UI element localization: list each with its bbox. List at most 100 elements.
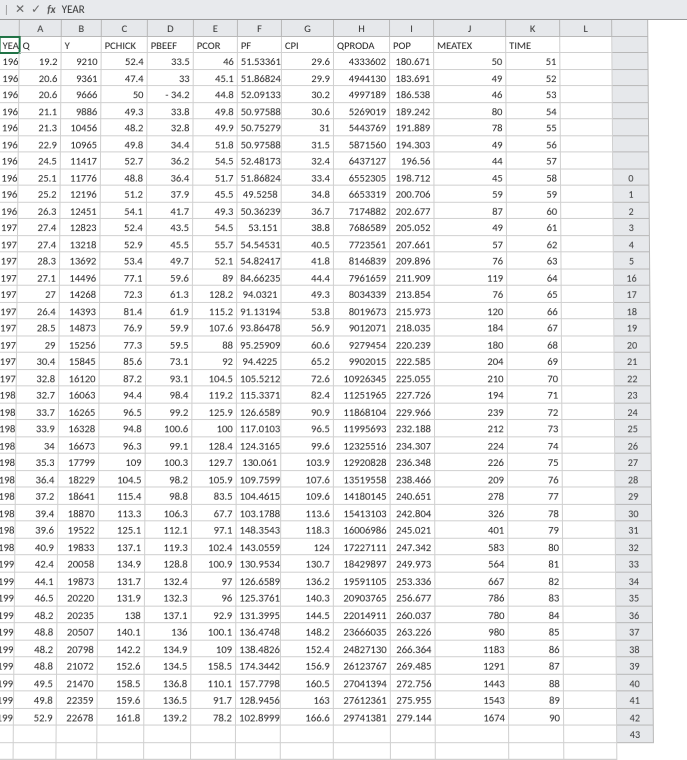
- data-cell[interactable]: 279.144: [391, 708, 436, 725]
- data-cell[interactable]: 83.5: [192, 487, 237, 504]
- data-cell[interactable]: 126.6589: [237, 403, 282, 420]
- col-header-E[interactable]: E: [194, 20, 238, 37]
- row-header[interactable]: 33: [616, 555, 653, 572]
- data-cell[interactable]: 20.6: [19, 86, 61, 103]
- data-cell[interactable]: 20507: [57, 623, 98, 640]
- data-cell[interactable]: 91.13194: [237, 302, 281, 319]
- data-cell[interactable]: 4944130: [334, 70, 390, 87]
- data-cell[interactable]: 209: [435, 471, 508, 488]
- data-cell[interactable]: 263.226: [391, 623, 436, 640]
- data-cell[interactable]: 30.6: [282, 103, 334, 120]
- data-cell[interactable]: 77.3: [100, 336, 147, 353]
- data-cell[interactable]: 43.5: [147, 219, 193, 236]
- data-cell[interactable]: 4997189: [334, 86, 390, 103]
- data-cell[interactable]: 10926345: [334, 370, 391, 387]
- data-cell[interactable]: 131.7: [98, 572, 145, 589]
- data-cell[interactable]: 196.56: [390, 152, 434, 169]
- data-cell[interactable]: 89: [193, 269, 237, 286]
- field-header-meatex[interactable]: MEATEX: [434, 36, 506, 53]
- data-cell[interactable]: 29741381: [334, 708, 391, 725]
- data-cell[interactable]: 99.2: [146, 403, 193, 420]
- cell-empty[interactable]: [564, 708, 617, 725]
- data-cell[interactable]: 160.5: [281, 674, 334, 691]
- data-cell[interactable]: 115.3371: [237, 386, 281, 403]
- data-cell[interactable]: 48.2: [101, 119, 147, 136]
- data-cell[interactable]: 13692: [60, 252, 100, 269]
- data-cell[interactable]: 93.1: [146, 370, 193, 387]
- data-cell[interactable]: 9361: [61, 70, 101, 87]
- data-cell[interactable]: 126.6589: [236, 572, 281, 589]
- data-cell[interactable]: 84: [509, 606, 564, 623]
- data-cell[interactable]: 15256: [59, 336, 99, 353]
- data-cell[interactable]: 210: [435, 370, 508, 387]
- data-cell[interactable]: 780: [435, 606, 508, 623]
- data-cell[interactable]: 34.8: [282, 186, 334, 203]
- data-cell[interactable]: 96: [192, 589, 237, 606]
- row-header[interactable]: 18: [614, 302, 650, 319]
- data-cell[interactable]: 31: [282, 119, 334, 136]
- data-cell[interactable]: 1994: [0, 623, 15, 640]
- data-cell[interactable]: 29.9: [282, 70, 334, 87]
- data-cell[interactable]: 125.3761: [236, 589, 281, 606]
- row-header[interactable]: 2: [613, 202, 649, 219]
- data-cell[interactable]: 194: [435, 386, 508, 403]
- data-cell[interactable]: 60: [507, 202, 561, 219]
- data-cell[interactable]: 20798: [57, 640, 98, 657]
- data-cell[interactable]: 200.706: [390, 186, 434, 203]
- data-cell[interactable]: 9902015: [334, 353, 391, 370]
- data-cell[interactable]: 401: [435, 521, 508, 538]
- data-cell[interactable]: 52.09133: [238, 86, 282, 103]
- data-cell[interactable]: 136: [145, 623, 192, 640]
- data-cell[interactable]: 226: [435, 454, 508, 471]
- cell-empty[interactable]: [563, 487, 616, 504]
- data-cell[interactable]: 1961: [0, 70, 19, 87]
- data-cell[interactable]: 79: [508, 521, 563, 538]
- cell-empty[interactable]: [562, 353, 615, 370]
- cell-empty[interactable]: [191, 743, 236, 760]
- data-cell[interactable]: 54.82417: [237, 252, 281, 269]
- data-cell[interactable]: 7686589: [334, 219, 390, 236]
- data-cell[interactable]: 12823: [60, 219, 100, 236]
- data-cell[interactable]: 51: [506, 53, 560, 70]
- row-header[interactable]: [612, 53, 648, 70]
- data-cell[interactable]: 191.889: [390, 119, 434, 136]
- data-cell[interactable]: 42.4: [15, 555, 58, 572]
- data-cell[interactable]: 45: [434, 169, 506, 186]
- data-cell[interactable]: 1981: [0, 403, 17, 420]
- data-cell[interactable]: 1969: [0, 202, 18, 219]
- data-cell[interactable]: 120: [435, 302, 508, 319]
- data-cell[interactable]: 132.3: [145, 589, 192, 606]
- data-cell[interactable]: 1980: [0, 386, 17, 403]
- data-cell[interactable]: 59.9: [146, 319, 192, 336]
- data-cell[interactable]: 202.677: [390, 202, 434, 219]
- row-header[interactable]: 28: [615, 471, 652, 488]
- data-cell[interactable]: 220.239: [390, 336, 434, 353]
- data-cell[interactable]: 103.9: [281, 454, 334, 471]
- data-cell[interactable]: 184: [435, 319, 508, 336]
- data-cell[interactable]: 1983: [0, 437, 16, 454]
- data-cell[interactable]: 1977: [0, 336, 17, 353]
- data-cell[interactable]: 81: [508, 555, 563, 572]
- data-cell[interactable]: 49.5258: [237, 186, 281, 203]
- data-cell[interactable]: 51.53361: [238, 53, 282, 70]
- data-cell[interactable]: 11417: [61, 152, 101, 169]
- row-header[interactable]: 39: [617, 657, 654, 674]
- data-cell[interactable]: 26.3: [18, 202, 60, 219]
- data-cell[interactable]: 1972: [0, 252, 18, 269]
- data-cell[interactable]: 18229: [58, 471, 99, 488]
- data-cell[interactable]: 40.5: [282, 236, 334, 253]
- row-header[interactable]: 36: [616, 606, 653, 623]
- field-header-pchick[interactable]: PCHICK: [102, 36, 148, 53]
- row-header[interactable]: 32: [616, 538, 653, 555]
- data-cell[interactable]: 51.8: [193, 136, 237, 153]
- data-cell[interactable]: 39.4: [16, 504, 59, 521]
- data-cell[interactable]: 1992: [0, 589, 15, 606]
- data-cell[interactable]: 113.6: [281, 504, 334, 521]
- cell-empty[interactable]: [97, 726, 144, 743]
- data-cell[interactable]: 16120: [59, 370, 100, 387]
- select-all-corner[interactable]: [0, 20, 20, 37]
- col-header-H[interactable]: H: [334, 20, 390, 37]
- data-cell[interactable]: 48.8: [101, 169, 147, 186]
- data-cell[interactable]: 92.9: [192, 606, 237, 623]
- cell-empty[interactable]: [562, 403, 615, 420]
